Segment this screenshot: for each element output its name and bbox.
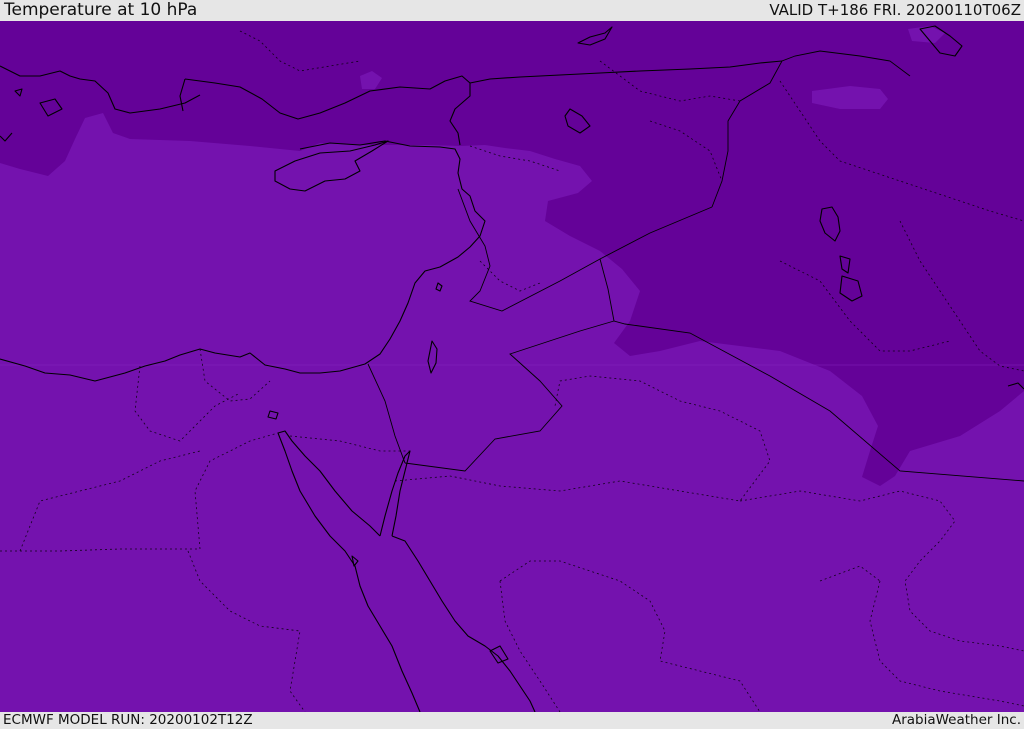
map-title: Temperature at 10 hPa [4,0,198,20]
header-bar: Temperature at 10 hPa VALID T+186 FRI. 2… [0,0,1024,21]
credit: ArabiaWeather Inc. [891,712,1021,728]
model-run: ECMWF MODEL RUN: 20200102T12Z [3,712,253,728]
footer-bar: ECMWF MODEL RUN: 20200102T12Z ArabiaWeat… [0,712,1024,729]
valid-time: VALID T+186 FRI. 20200110T06Z [769,1,1021,19]
map-canvas[interactable] [0,21,1024,712]
